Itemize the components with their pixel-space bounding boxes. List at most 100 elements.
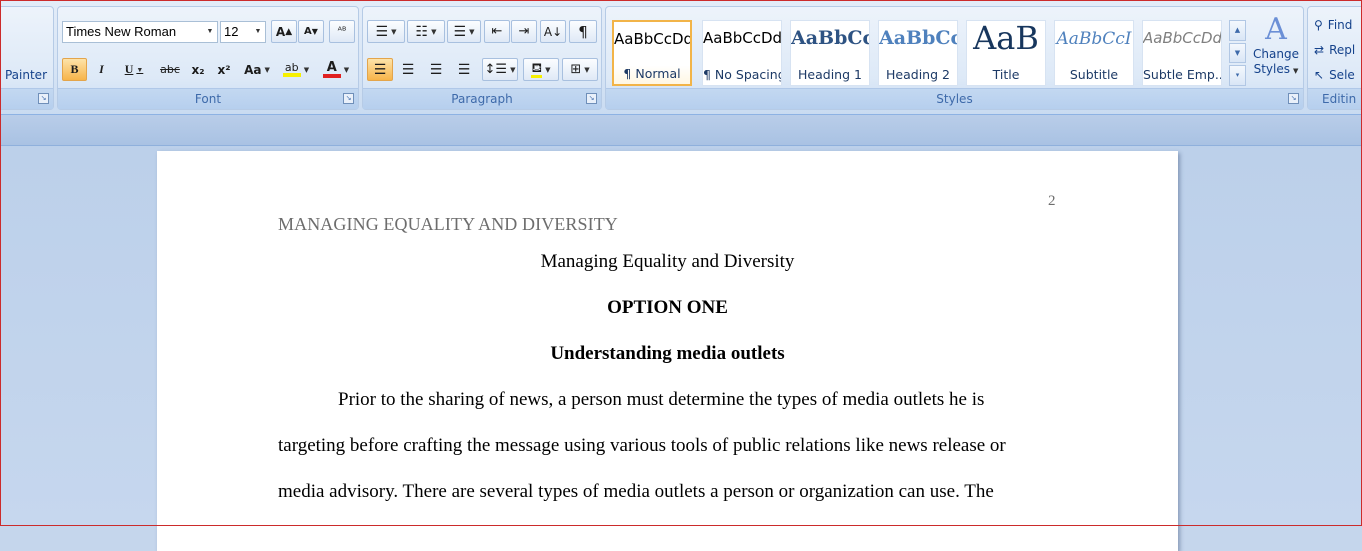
font-color-button[interactable]: A ▼ bbox=[318, 58, 354, 81]
cursor-icon: ↖ bbox=[1314, 67, 1325, 82]
bullets-icon: ☰ bbox=[375, 23, 389, 40]
page-number: 2 bbox=[1048, 193, 1056, 209]
highlight-color-bar bbox=[282, 73, 301, 77]
font-color-icon: A bbox=[322, 60, 341, 78]
style-subtle-emphasis[interactable]: AaBbCcDd Subtle Emp... bbox=[1142, 20, 1222, 86]
chevron-down-icon[interactable]: ▼ bbox=[265, 66, 270, 74]
decrease-indent-button[interactable]: ⇤ bbox=[484, 20, 510, 43]
grow-font-button[interactable]: A ▲ bbox=[271, 20, 297, 43]
font-color-label: A bbox=[326, 60, 337, 75]
font-dialog-launcher-icon[interactable]: ↘ bbox=[343, 93, 354, 104]
shrink-font-button[interactable]: A ▼ bbox=[298, 20, 324, 43]
change-styles-icon: A bbox=[1265, 12, 1287, 47]
clear-formatting-button[interactable]: ᴬᴮ bbox=[329, 20, 355, 43]
styles-dialog-launcher-icon[interactable]: ↘ bbox=[1288, 93, 1299, 104]
style-name: Heading 2 bbox=[886, 67, 950, 82]
style-sample: AaBbCcDd bbox=[703, 29, 781, 47]
find-button[interactable]: ⚲ Find bbox=[1314, 13, 1362, 36]
change-styles-button[interactable]: A Change Styles ▼ bbox=[1250, 13, 1302, 93]
gallery-more-icon[interactable]: ▾ bbox=[1229, 65, 1246, 87]
chevron-up-icon[interactable]: ▲ bbox=[1229, 20, 1246, 41]
body-line: media advisory. There are several types … bbox=[278, 481, 994, 502]
replace-button[interactable]: ⇄ Repl bbox=[1314, 38, 1362, 61]
sort-button[interactable]: A↓ bbox=[540, 20, 566, 43]
style-subtitle[interactable]: AaBbCcI Subtitle bbox=[1054, 20, 1134, 86]
clipboard-group: Painter ↘ bbox=[0, 6, 54, 110]
style-name: Heading 1 bbox=[798, 67, 862, 82]
style-name: ¶ No Spacing bbox=[703, 67, 781, 82]
multilevel-list-button[interactable]: ☰ ▼ bbox=[447, 20, 481, 43]
format-painter-button[interactable]: Painter bbox=[1, 64, 51, 86]
change-styles-label-2: Styles bbox=[1253, 62, 1290, 76]
align-right-button[interactable]: ☰ bbox=[423, 58, 449, 81]
underline-icon: U bbox=[124, 62, 134, 76]
font-color-bar bbox=[322, 74, 341, 78]
increase-indent-button[interactable]: ⇥ bbox=[511, 20, 537, 43]
chevron-down-icon[interactable]: ▼ bbox=[304, 66, 309, 74]
style-name: ¶ Normal bbox=[623, 66, 681, 81]
style-heading-1[interactable]: AaBbCc Heading 1 bbox=[790, 20, 870, 86]
chevron-down-icon[interactable]: ▼ bbox=[251, 22, 265, 42]
borders-icon: ⊞ bbox=[570, 62, 582, 77]
chevron-down-icon[interactable]: ▼ bbox=[431, 28, 436, 36]
italic-button[interactable]: I bbox=[89, 58, 114, 81]
strikethrough-button[interactable]: abc bbox=[156, 58, 184, 81]
style-name: Subtle Emp... bbox=[1143, 67, 1221, 82]
multilevel-list-icon: ☰ bbox=[453, 23, 467, 40]
chevron-down-icon[interactable]: ▼ bbox=[344, 66, 349, 74]
replace-icon: ⇄ bbox=[1314, 42, 1325, 57]
style-heading-2[interactable]: AaBbCc Heading 2 bbox=[878, 20, 958, 86]
highlighter-icon: ab bbox=[282, 62, 301, 77]
justify-button[interactable]: ☰ bbox=[451, 58, 477, 81]
chevron-down-icon[interactable]: ▼ bbox=[510, 66, 515, 74]
style-no-spacing[interactable]: AaBbCcDd ¶ No Spacing bbox=[702, 20, 782, 86]
bold-button[interactable]: B bbox=[62, 58, 87, 81]
change-case-button[interactable]: Aa ▼ bbox=[240, 58, 274, 81]
align-left-button[interactable]: ☰ bbox=[367, 58, 393, 81]
style-title[interactable]: AaB Title bbox=[966, 19, 1046, 86]
underline-button[interactable]: U ▼ bbox=[117, 58, 151, 81]
chevron-down-icon[interactable]: ▼ bbox=[1229, 42, 1246, 64]
font-name-combo[interactable]: Times New Roman ▼ bbox=[62, 21, 218, 43]
italic-icon: I bbox=[99, 62, 104, 76]
paragraph-dialog-launcher-icon[interactable]: ↘ bbox=[586, 93, 597, 104]
paint-bucket-icon: ⛾ bbox=[531, 60, 543, 78]
style-sample: AaB bbox=[973, 19, 1039, 57]
binoculars-icon: ⚲ bbox=[1314, 17, 1323, 32]
style-sample: AaBbCcI bbox=[1056, 29, 1132, 49]
chevron-down-icon[interactable]: ▼ bbox=[136, 66, 143, 74]
document-page[interactable]: 2 MANAGING EQUALITY AND DIVERSITY Managi… bbox=[157, 151, 1178, 551]
chevron-down-icon[interactable]: ▼ bbox=[584, 66, 589, 74]
show-hide-button[interactable]: ¶ bbox=[569, 20, 597, 43]
style-normal[interactable]: AaBbCcDd ¶ Normal bbox=[612, 20, 692, 86]
styles-group: AaBbCcDd ¶ Normal AaBbCcDd ¶ No Spacing … bbox=[605, 6, 1304, 110]
bullets-button[interactable]: ☰ ▼ bbox=[367, 20, 405, 43]
numbering-button[interactable]: ☷ ▼ bbox=[407, 20, 445, 43]
style-sample: AaBbCcDd bbox=[1143, 29, 1221, 47]
font-size-value: 12 bbox=[224, 24, 239, 39]
body-line: targeting before crafting the message us… bbox=[278, 435, 1006, 456]
align-center-button[interactable]: ☰ bbox=[395, 58, 421, 81]
line-spacing-icon: ↕☰ bbox=[484, 62, 508, 77]
pilcrow-icon: ¶ bbox=[578, 22, 588, 41]
style-sample: AaBbCc bbox=[791, 27, 869, 49]
body-line: Prior to the sharing of news, a person m… bbox=[338, 389, 985, 410]
line-spacing-button[interactable]: ↕☰ ▼ bbox=[482, 58, 518, 81]
clipboard-dialog-launcher-icon[interactable]: ↘ bbox=[38, 93, 49, 104]
superscript-button[interactable]: x² bbox=[212, 58, 236, 81]
chevron-down-icon[interactable]: ▼ bbox=[391, 28, 396, 36]
chevron-down-icon[interactable]: ▼ bbox=[469, 28, 474, 36]
highlight-button[interactable]: ab ▼ bbox=[278, 58, 314, 81]
font-size-combo[interactable]: 12 ▼ bbox=[220, 21, 266, 43]
paragraph-group: ☰ ▼ ☷ ▼ ☰ ▼ ⇤ ⇥ A↓ ¶ ☰ ☰ ☰ ☰ ↕☰ ▼ ⛾ ▼ ⊞ … bbox=[362, 6, 602, 110]
bold-icon: B bbox=[70, 62, 79, 76]
subscript-button[interactable]: x₂ bbox=[186, 58, 210, 81]
style-sample: AaBbCcDd bbox=[614, 30, 690, 48]
shading-button[interactable]: ⛾ ▼ bbox=[523, 58, 559, 81]
paragraph-group-label: Paragraph bbox=[363, 88, 601, 109]
strikethrough-icon: abc bbox=[160, 63, 180, 76]
chevron-down-icon[interactable]: ▼ bbox=[545, 66, 550, 74]
chevron-down-icon[interactable]: ▼ bbox=[203, 22, 217, 42]
borders-button[interactable]: ⊞ ▼ bbox=[562, 58, 598, 81]
select-button[interactable]: ↖ Sele bbox=[1314, 63, 1362, 86]
